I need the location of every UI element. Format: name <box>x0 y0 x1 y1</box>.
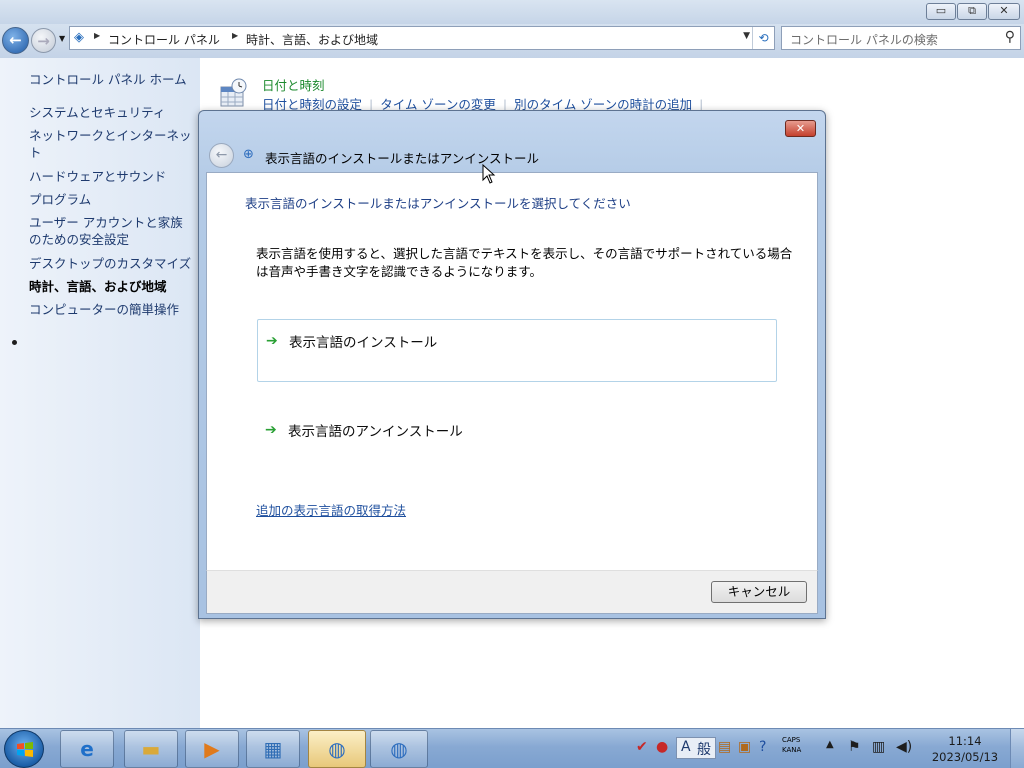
sidebar-item-clock-language-region[interactable]: 時計、言語、および地域 <box>29 278 194 295</box>
uninstall-option-label: 表示言語のアンインストール <box>288 424 463 440</box>
install-display-language-button[interactable]: ➔ 表示言語のインストール <box>257 319 777 382</box>
forward-button[interactable]: → <box>31 28 56 53</box>
breadcrumb-clock-language-region[interactable]: 時計、言語、および地域 <box>246 31 378 48</box>
help-icon[interactable]: ? <box>759 739 766 755</box>
breadcrumb-separator-icon[interactable]: ▶ <box>232 31 238 40</box>
install-display-language-dialog: ✕ ← ⊕ 表示言語のインストールまたはアンインストール 表示言語のインストール… <box>198 110 826 619</box>
explorer-folder-icon: ▬ <box>141 737 161 761</box>
forward-arrow-icon: → <box>37 32 50 50</box>
ime-tool-icon[interactable]: ✔ <box>636 739 648 755</box>
network-icon[interactable]: ▥ <box>872 739 885 755</box>
sidebar-item-user-accounts[interactable]: ユーザー アカウントと家族のための安全設定 <box>29 214 194 248</box>
control-panel-icon: ▦ <box>263 737 283 761</box>
navigation-bar: ← → ▼ ◈ ▶ コントロール パネル ▶ 時計、言語、および地域 ▼ ⟲ コ… <box>0 24 1024 58</box>
dialog-close-button[interactable]: ✕ <box>785 120 816 137</box>
search-box[interactable]: コントロール パネルの検索 ⚲ <box>781 26 1021 50</box>
clock[interactable]: 11:14 2023/05/13 <box>928 733 1002 765</box>
breadcrumb-control-panel[interactable]: コントロール パネル <box>108 31 220 48</box>
taskbar: e ▬ ▶ ▦ ◍ ◍ ✔ ● A 般 ▤ ▣ ? CAPS KANA ▲ ⚑ … <box>0 728 1024 768</box>
recent-pages-chevron-icon[interactable]: ▼ <box>59 34 65 43</box>
volume-icon[interactable]: ◀) <box>896 739 912 755</box>
sidebar-item-hardware-sound[interactable]: ハードウェアとサウンド <box>29 168 194 185</box>
clock-time: 11:14 <box>948 734 982 748</box>
taskbar-internet-explorer[interactable]: e <box>60 730 114 768</box>
taskbar-region-language[interactable]: ◍ <box>308 730 366 768</box>
active-bullet-icon <box>12 340 17 345</box>
sidebar-item-network-internet[interactable]: ネットワークとインターネット <box>29 127 194 161</box>
left-nav-pane: コントロール パネル ホーム システムとセキュリティ ネットワークとインターネッ… <box>0 58 200 728</box>
sidebar-item-ease-of-access[interactable]: コンピューターの簡単操作 <box>29 301 194 318</box>
language-install-icon: ◍ <box>390 737 408 761</box>
ime-pad-icon[interactable]: ▤ <box>718 739 731 755</box>
action-center-flag-icon[interactable]: ⚑ <box>848 739 861 755</box>
taskbar-language-install[interactable]: ◍ <box>370 730 428 768</box>
kana-label: KANA <box>782 746 802 754</box>
dialog-body: 表示言語のインストールまたはアンインストールを選択してください 表示言語を使用す… <box>206 172 818 570</box>
green-arrow-icon: ➔ <box>265 422 277 438</box>
back-arrow-icon: ← <box>9 31 22 49</box>
category-title-date-time[interactable]: 日付と時刻 <box>262 75 325 94</box>
dialog-heading: 表示言語のインストールまたはアンインストールを選択してください <box>245 196 631 211</box>
mouse-cursor-icon <box>482 164 496 184</box>
sidebar-item-programs[interactable]: プログラム <box>29 191 194 208</box>
show-desktop-button[interactable] <box>1010 729 1024 768</box>
sidebar-item-system-security[interactable]: システムとセキュリティ <box>29 104 194 121</box>
back-arrow-icon: ← <box>215 147 228 163</box>
sidebar-home-link[interactable]: コントロール パネル ホーム <box>29 71 194 88</box>
maximize-button[interactable]: ⧉ <box>957 3 987 20</box>
search-placeholder: コントロール パネルの検索 <box>790 33 938 47</box>
uninstall-display-language-button[interactable]: ➔ 表示言語のアンインストール <box>257 409 777 472</box>
caps-label: CAPS <box>782 736 801 744</box>
windows-logo-icon <box>17 742 33 757</box>
green-arrow-icon: ➔ <box>266 333 278 349</box>
ime-conversion-mode: 般 <box>697 742 711 758</box>
address-dropdown-icon[interactable]: ▼ <box>743 31 750 41</box>
breadcrumb-separator-icon[interactable]: ▶ <box>94 31 100 40</box>
taskbar-explorer[interactable]: ▬ <box>124 730 178 768</box>
region-language-icon: ◍ <box>328 737 346 761</box>
caps-kana-indicator: CAPS KANA <box>782 735 801 768</box>
show-hidden-icons-chevron-icon[interactable]: ▲ <box>826 739 834 750</box>
ime-dictionary-icon[interactable]: ● <box>656 739 668 755</box>
get-more-languages-link[interactable]: 追加の表示言語の取得方法 <box>256 500 406 519</box>
internet-explorer-icon: e <box>80 737 94 761</box>
dialog-description: 表示言語を使用すると、選択した言語でテキストを表示し、その言語でサポートされてい… <box>256 246 793 279</box>
clock-date: 2023/05/13 <box>931 750 999 764</box>
search-icon[interactable]: ⚲ <box>1005 29 1015 45</box>
control-panel-icon: ◈ <box>74 30 84 45</box>
cancel-button[interactable]: キャンセル <box>711 581 807 603</box>
ime-input-mode: A <box>681 739 691 755</box>
ime-property-icon[interactable]: ▣ <box>738 739 751 755</box>
dialog-footer: キャンセル <box>206 570 818 614</box>
dialog-title: 表示言語のインストールまたはアンインストール <box>265 151 540 166</box>
refresh-button[interactable]: ⟲ <box>752 27 774 49</box>
install-option-label: 表示言語のインストール <box>289 335 438 351</box>
taskbar-control-panel[interactable]: ▦ <box>246 730 300 768</box>
start-button[interactable] <box>4 730 44 768</box>
close-button[interactable]: ✕ <box>988 3 1020 20</box>
minimize-button[interactable]: ▭ <box>926 3 956 20</box>
back-button[interactable]: ← <box>2 27 29 54</box>
taskbar-media-player[interactable]: ▶ <box>185 730 239 768</box>
dialog-back-button[interactable]: ← <box>209 143 234 168</box>
ime-mode-indicator[interactable]: A 般 <box>676 737 716 759</box>
globe-icon: ⊕ <box>243 147 254 162</box>
window-titlebar: ▭ ⧉ ✕ <box>0 0 1024 24</box>
sidebar-item-desktop-customization[interactable]: デスクトップのカスタマイズ <box>29 255 194 272</box>
date-time-icon <box>220 78 247 107</box>
address-bar[interactable]: ◈ ▶ コントロール パネル ▶ 時計、言語、および地域 ▼ ⟲ <box>69 26 775 50</box>
close-icon: ✕ <box>795 122 806 135</box>
media-player-icon: ▶ <box>204 737 220 761</box>
